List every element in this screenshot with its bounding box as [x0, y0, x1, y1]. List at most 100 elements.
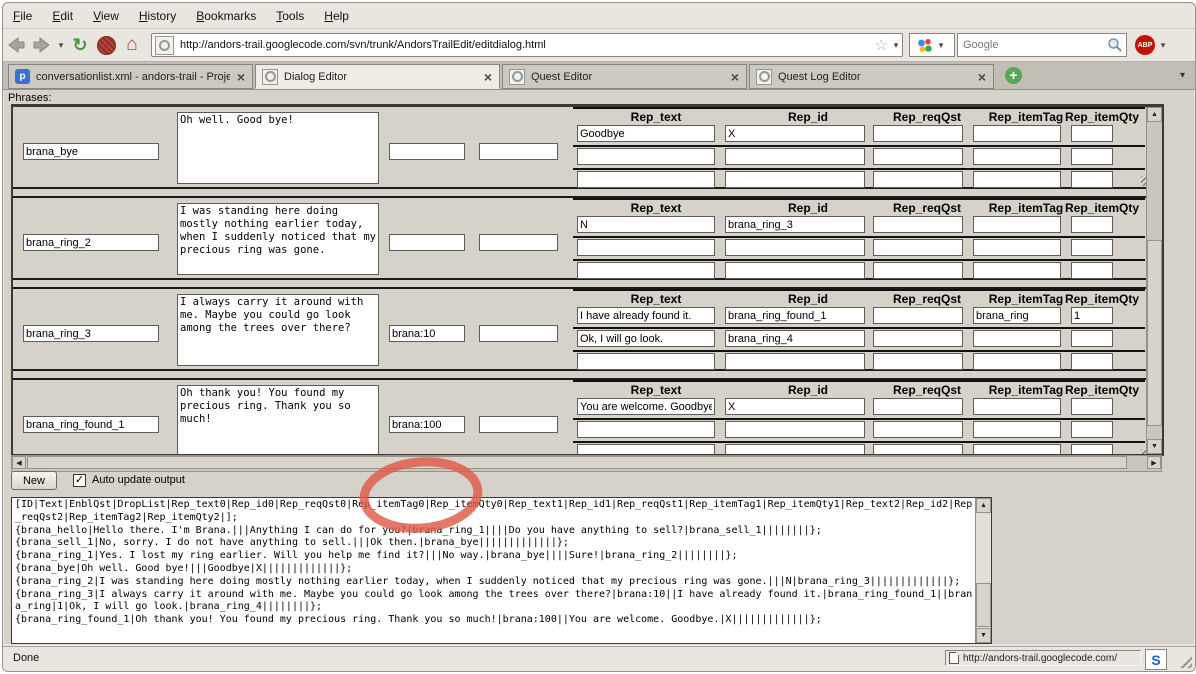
- rep-itemtag-input[interactable]: [973, 398, 1061, 415]
- rep-reqqst-input[interactable]: [873, 125, 963, 142]
- rep-text-input[interactable]: [577, 444, 715, 454]
- phrase-id-input[interactable]: [23, 416, 159, 433]
- rep-itemqty-input[interactable]: [1071, 330, 1113, 347]
- scrollbar-thumb[interactable]: [1147, 240, 1162, 426]
- rep-itemtag-input[interactable]: [973, 307, 1061, 324]
- rep-itemtag-input[interactable]: [973, 353, 1061, 370]
- rep-text-input[interactable]: [577, 421, 715, 438]
- rep-itemqty-input[interactable]: [1071, 353, 1113, 370]
- phrase-text-area[interactable]: [177, 385, 379, 454]
- rep-id-input[interactable]: [725, 216, 865, 233]
- rep-id-input[interactable]: [725, 171, 865, 188]
- rep-id-input[interactable]: [725, 307, 865, 324]
- scroll-down-icon[interactable]: ▼: [976, 628, 991, 643]
- rep-itemqty-input[interactable]: [1071, 398, 1113, 415]
- search-icon[interactable]: [1107, 37, 1123, 53]
- rep-itemqty-input[interactable]: [1071, 444, 1113, 454]
- menu-bookmarks[interactable]: Bookmarks: [196, 9, 256, 23]
- rep-reqqst-input[interactable]: [873, 353, 963, 370]
- rep-id-input[interactable]: [725, 444, 865, 454]
- rep-itemtag-input[interactable]: [973, 125, 1061, 142]
- new-tab-icon[interactable]: +: [1005, 67, 1022, 84]
- auto-update-checkbox[interactable]: ✓: [73, 474, 86, 487]
- rep-id-input[interactable]: [725, 148, 865, 165]
- rep-text-input[interactable]: [577, 398, 715, 415]
- phrase-text-area[interactable]: [177, 112, 379, 184]
- menu-edit[interactable]: Edit: [52, 9, 73, 23]
- rep-itemtag-input[interactable]: [973, 262, 1061, 279]
- phrase-enblqst-input[interactable]: [389, 234, 465, 251]
- menu-help[interactable]: Help: [324, 9, 349, 23]
- rep-itemqty-input[interactable]: [1071, 421, 1113, 438]
- phrase-enblqst-input[interactable]: [389, 325, 465, 342]
- tab-close-icon[interactable]: ×: [731, 71, 739, 83]
- tab-close-icon[interactable]: ×: [978, 71, 986, 83]
- rep-itemtag-input[interactable]: [973, 171, 1061, 188]
- tab-overflow-icon[interactable]: ▾: [1180, 70, 1185, 81]
- back-button[interactable]: [3, 33, 29, 57]
- rep-itemqty-input[interactable]: [1071, 148, 1113, 165]
- phrase-droplist-input[interactable]: [479, 416, 558, 433]
- output-scrollbar[interactable]: ▲ ▼: [975, 498, 991, 643]
- scroll-left-icon[interactable]: ◀: [12, 456, 26, 469]
- rep-itemtag-input[interactable]: [973, 216, 1061, 233]
- rep-itemtag-input[interactable]: [973, 330, 1061, 347]
- rep-text-input[interactable]: [577, 330, 715, 347]
- rep-itemtag-input[interactable]: [973, 444, 1061, 454]
- scroll-right-icon[interactable]: ▶: [1147, 456, 1161, 469]
- rep-text-input[interactable]: [577, 216, 715, 233]
- rep-reqqst-input[interactable]: [873, 262, 963, 279]
- rep-itemqty-input[interactable]: [1071, 239, 1113, 256]
- new-button[interactable]: New: [11, 471, 57, 490]
- phrase-id-input[interactable]: [23, 325, 159, 342]
- rep-reqqst-input[interactable]: [873, 216, 963, 233]
- tab-dialog-editor[interactable]: Dialog Editor ×: [255, 64, 500, 89]
- tab-close-icon[interactable]: ×: [237, 71, 245, 83]
- rep-id-input[interactable]: [725, 262, 865, 279]
- forward-button[interactable]: [29, 33, 55, 57]
- rep-text-input[interactable]: [577, 125, 715, 142]
- phrase-droplist-input[interactable]: [479, 234, 558, 251]
- rep-itemtag-input[interactable]: [973, 421, 1061, 438]
- rep-reqqst-input[interactable]: [873, 148, 963, 165]
- search-input[interactable]: [958, 38, 1107, 52]
- reload-button[interactable]: ↻: [67, 33, 93, 57]
- rep-text-input[interactable]: [577, 171, 715, 188]
- rep-reqqst-input[interactable]: [873, 171, 963, 188]
- window-resize-grip[interactable]: [1177, 653, 1192, 668]
- rep-itemqty-input[interactable]: [1071, 125, 1113, 142]
- tab-conversationlist[interactable]: p conversationlist.xml - andors-trail - …: [8, 64, 253, 89]
- phrases-vertical-scrollbar[interactable]: ▲ ▼: [1146, 107, 1162, 454]
- scrollbar-thumb[interactable]: [27, 456, 1127, 469]
- phrase-enblqst-input[interactable]: [389, 143, 465, 160]
- rep-reqqst-input[interactable]: [873, 239, 963, 256]
- rep-reqqst-input[interactable]: [873, 330, 963, 347]
- output-textarea[interactable]: [ID|Text|EnblQst|DropList|Rep_text0|Rep_…: [11, 497, 992, 644]
- rep-itemtag-input[interactable]: [973, 239, 1061, 256]
- rep-text-input[interactable]: [577, 307, 715, 324]
- adblock-button[interactable]: ABP ▾: [1135, 35, 1169, 55]
- phrase-id-input[interactable]: [23, 143, 159, 160]
- menu-file[interactable]: File: [13, 9, 32, 23]
- phrase-text-area[interactable]: [177, 203, 379, 275]
- rep-itemqty-input[interactable]: [1071, 262, 1113, 279]
- scroll-down-icon[interactable]: ▼: [1147, 439, 1162, 454]
- menu-tools[interactable]: Tools: [276, 9, 304, 23]
- bookmark-star-icon[interactable]: ☆: [875, 36, 888, 54]
- rep-text-input[interactable]: [577, 353, 715, 370]
- url-dropdown-icon[interactable]: ▾: [890, 40, 902, 51]
- skype-icon[interactable]: S: [1145, 649, 1167, 670]
- menu-view[interactable]: View: [93, 9, 119, 23]
- rep-id-input[interactable]: [725, 353, 865, 370]
- scroll-up-icon[interactable]: ▲: [976, 498, 991, 513]
- url-input[interactable]: [178, 38, 873, 52]
- phrase-droplist-input[interactable]: [479, 325, 558, 342]
- rep-itemqty-input[interactable]: [1071, 216, 1113, 233]
- rep-itemqty-input[interactable]: [1071, 307, 1113, 324]
- phrase-text-area[interactable]: [177, 294, 379, 366]
- rep-text-input[interactable]: [577, 148, 715, 165]
- home-button[interactable]: ⌂: [119, 33, 145, 57]
- tab-quest-log-editor[interactable]: Quest Log Editor ×: [749, 64, 994, 89]
- rep-id-input[interactable]: [725, 421, 865, 438]
- rep-id-input[interactable]: [725, 398, 865, 415]
